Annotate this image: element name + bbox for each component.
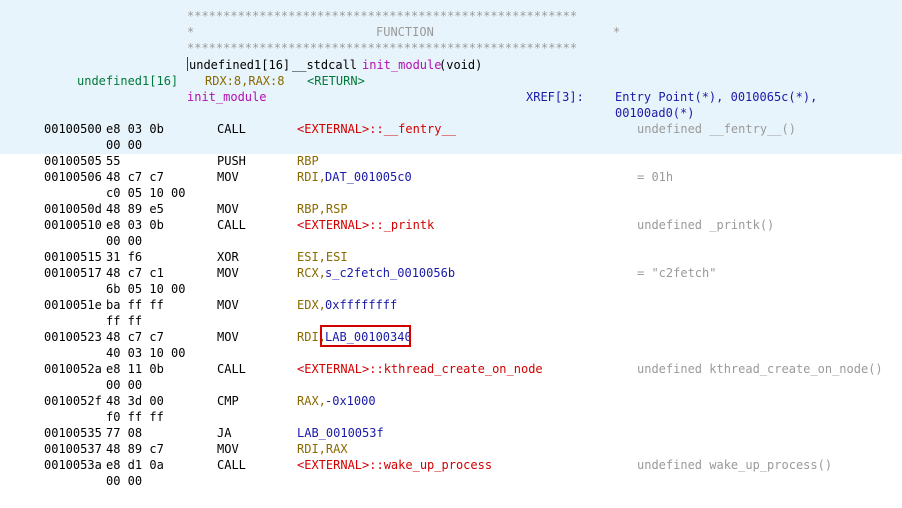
row-mnemonic[interactable]: MOV [217, 329, 239, 345]
row-bytes: 48 c7 c1 [106, 266, 164, 280]
row-bytes: ba ff ff [106, 298, 164, 312]
text-cursor [187, 57, 188, 71]
row-bytes: 48 3d 00 [106, 394, 164, 408]
row-address[interactable]: 00100506 [44, 169, 102, 185]
row-bytes: 48 c7 c7 [106, 330, 164, 344]
header-stars-bottom: ****************************************… [187, 41, 578, 55]
row-operand-register[interactable]: RAX, [297, 393, 326, 409]
signature-params: (void) [439, 58, 483, 72]
row-mnemonic[interactable]: XOR [217, 249, 239, 265]
header-star-left: * [187, 25, 195, 39]
listing-view[interactable]: ****************************************… [0, 0, 902, 508]
row-operand-scalar[interactable]: 0xffffffff [325, 297, 397, 313]
row-operand-register[interactable]: RDI, [297, 169, 326, 185]
row-comment: undefined kthread_create_on_node() [637, 362, 883, 376]
row-bytes: e8 11 0b [106, 362, 164, 376]
row-address[interactable]: 0010052f [44, 393, 102, 409]
row-bytes-cont: 00 00 [106, 474, 143, 488]
row-address[interactable]: 00100523 [44, 329, 102, 345]
row-mnemonic[interactable]: CALL [217, 457, 246, 473]
header-function-label: FUNCTION [376, 25, 434, 39]
xref-list-line1[interactable]: Entry Point(*), 0010065c(*), [615, 89, 817, 105]
row-mnemonic[interactable]: MOV [217, 297, 239, 313]
row-operand-external[interactable]: <EXTERNAL>::wake_up_process [297, 457, 492, 473]
return-registers: RDX:8,RAX:8 [205, 74, 285, 88]
row-mnemonic[interactable]: MOV [217, 169, 239, 185]
row-address[interactable]: 00100500 [44, 121, 102, 137]
row-operand-external[interactable]: <EXTERNAL>::kthread_create_on_node [297, 361, 543, 377]
signature-return-type: undefined1[16] [189, 58, 291, 72]
row-mnemonic[interactable]: JA [217, 425, 231, 441]
row-bytes-cont: 6b 05 10 00 [106, 282, 186, 296]
row-mnemonic[interactable]: MOV [217, 441, 239, 457]
row-bytes: 48 c7 c7 [106, 170, 164, 184]
row-bytes: 48 89 c7 [106, 442, 164, 456]
row-address[interactable]: 0010051e [44, 297, 102, 313]
row-operand-external[interactable]: <EXTERNAL>::_printk [297, 217, 434, 233]
row-comment: = 01h [637, 170, 674, 184]
row-operand-register[interactable]: ESI,ESI [297, 249, 348, 265]
row-mnemonic[interactable]: MOV [217, 265, 239, 281]
signature-function-name[interactable]: init_module [362, 57, 441, 73]
row-address[interactable]: 00100537 [44, 441, 102, 457]
row-operand-register[interactable]: RBP,RSP [297, 201, 348, 217]
row-comment: = "c2fetch" [637, 266, 717, 280]
row-mnemonic[interactable]: CALL [217, 121, 246, 137]
row-address[interactable]: 00100535 [44, 425, 102, 441]
row-bytes: e8 d1 0a [106, 458, 164, 472]
row-bytes: e8 03 0b [106, 122, 164, 136]
row-address[interactable]: 0010052a [44, 361, 102, 377]
row-bytes-cont: 00 00 [106, 234, 143, 248]
row-bytes-cont: 40 03 10 00 [106, 346, 186, 360]
row-bytes: e8 03 0b [106, 218, 164, 232]
row-bytes-cont: 00 00 [106, 138, 143, 152]
row-operand-label[interactable]: DAT_001005c0 [325, 169, 412, 185]
row-address[interactable]: 00100515 [44, 249, 102, 265]
row-mnemonic[interactable]: PUSH [217, 153, 246, 169]
row-address[interactable]: 0010053a [44, 457, 102, 473]
row-bytes: 31 f6 [106, 250, 143, 264]
row-bytes: 77 08 [106, 426, 143, 440]
row-operand-register[interactable]: RDI,RAX [297, 441, 348, 457]
header-star-right: * [613, 25, 621, 39]
row-mnemonic[interactable]: CALL [217, 217, 246, 233]
row-comment: undefined __fentry__() [637, 122, 796, 136]
row-address[interactable]: 00100510 [44, 217, 102, 233]
row-mnemonic[interactable]: CALL [217, 361, 246, 377]
function-label[interactable]: init_module [187, 89, 266, 105]
row-bytes-cont: ff ff [106, 314, 143, 328]
row-bytes-cont: 00 00 [106, 378, 143, 392]
signature-callconv: __stdcall [292, 58, 358, 72]
row-operand-register[interactable]: EDX, [297, 297, 326, 313]
row-bytes-cont: f0 ff ff [106, 410, 164, 424]
row-address[interactable]: 00100517 [44, 265, 102, 281]
header-stars-top: ****************************************… [187, 9, 578, 23]
return-tag: <RETURN> [307, 74, 365, 88]
row-comment: undefined wake_up_process() [637, 458, 833, 472]
row-mnemonic[interactable]: MOV [217, 201, 239, 217]
row-bytes: 55 [106, 154, 121, 168]
row-bytes-cont: c0 05 10 00 [106, 186, 186, 200]
xref-list-line2[interactable]: 00100ad0(*) [615, 105, 694, 121]
row-operand-external[interactable]: <EXTERNAL>::__fentry__ [297, 121, 456, 137]
row-address[interactable]: 0010050d [44, 201, 102, 217]
selection-highlight-box [320, 325, 411, 347]
row-mnemonic[interactable]: CMP [217, 393, 239, 409]
xref-label: XREF[3]: [526, 90, 584, 104]
row-operand-label[interactable]: s_c2fetch_0010056b [325, 265, 455, 281]
row-operand-register[interactable]: RBP [297, 153, 319, 169]
row-bytes: 48 89 e5 [106, 202, 164, 216]
row-operand-scalar[interactable]: -0x1000 [325, 393, 376, 409]
row-address[interactable]: 00100505 [44, 153, 102, 169]
return-type: undefined1[16] [77, 74, 179, 88]
row-operand-label[interactable]: LAB_0010053f [297, 425, 384, 441]
row-comment: undefined _printk() [637, 218, 775, 232]
row-operand-register[interactable]: RCX, [297, 265, 326, 281]
